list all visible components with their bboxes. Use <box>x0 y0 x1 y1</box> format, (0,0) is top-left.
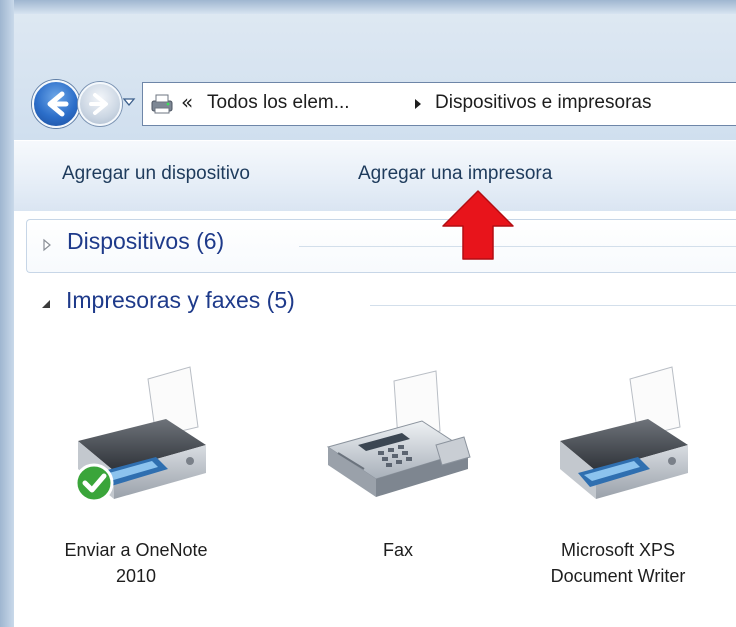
navigation-bar: « Todos los elem... Dispositivos e impre… <box>14 60 736 140</box>
device-label: Fax <box>298 537 498 563</box>
window-frame: « Todos los elem... Dispositivos e impre… <box>0 0 736 627</box>
group-header-devices[interactable]: Dispositivos (6) <box>26 219 736 273</box>
device-item-fax[interactable]: Fax <box>298 361 498 601</box>
breadcrumb-devices-and-printers[interactable]: Dispositivos e impresoras <box>435 92 651 114</box>
content-pane: Dispositivos (6) Impresoras y faxes (5) <box>14 211 736 627</box>
device-label-line2: 2010 <box>115 566 157 586</box>
forward-button[interactable] <box>78 82 122 126</box>
breadcrumb-separator-icon[interactable] <box>413 97 423 111</box>
command-bar: Agregar un dispositivo Agregar una impre… <box>14 140 736 212</box>
devices-and-printers-icon <box>151 94 173 114</box>
device-label-line1: Microsoft XPS <box>560 540 676 560</box>
device-label-line2: Document Writer <box>550 566 686 586</box>
device-label: Enviar a OneNote 2010 <box>36 537 236 589</box>
device-label: Microsoft XPS Document Writer <box>518 537 718 589</box>
window-left-edge <box>0 0 14 627</box>
breadcrumb-all-items[interactable]: Todos los elem... <box>207 92 350 114</box>
address-bar[interactable]: « Todos los elem... Dispositivos e impre… <box>142 82 736 126</box>
annotation-arrow-icon <box>442 190 514 260</box>
expand-arrow-icon[interactable] <box>41 238 53 252</box>
group-title-printers: Impresoras y faxes (5) <box>66 287 295 313</box>
fax-icon <box>326 370 471 497</box>
group-header-printers[interactable]: Impresoras y faxes (5) <box>26 279 736 331</box>
forward-arrow-icon <box>89 93 108 115</box>
device-item-xps-writer[interactable]: Microsoft XPS Document Writer <box>518 361 718 601</box>
add-device-button[interactable]: Agregar un dispositivo <box>62 163 250 185</box>
recent-pages-dropdown-icon[interactable] <box>122 96 136 108</box>
address-overflow-chevron[interactable]: « <box>181 90 193 114</box>
device-label-line1: Fax <box>382 540 413 560</box>
back-arrow-icon <box>47 91 69 117</box>
window-top-edge <box>0 0 736 14</box>
group-title-devices: Dispositivos (6) <box>67 228 225 254</box>
add-printer-button[interactable]: Agregar una impresora <box>358 163 552 185</box>
printer-icon <box>560 366 688 499</box>
group-divider <box>370 305 736 306</box>
default-printer-check-icon <box>74 463 114 503</box>
device-label-line1: Enviar a OneNote <box>64 540 208 560</box>
collapse-arrow-icon[interactable] <box>40 297 52 311</box>
group-divider <box>299 246 736 247</box>
device-item-onenote[interactable]: Enviar a OneNote 2010 <box>36 361 236 601</box>
back-button[interactable] <box>32 80 80 128</box>
